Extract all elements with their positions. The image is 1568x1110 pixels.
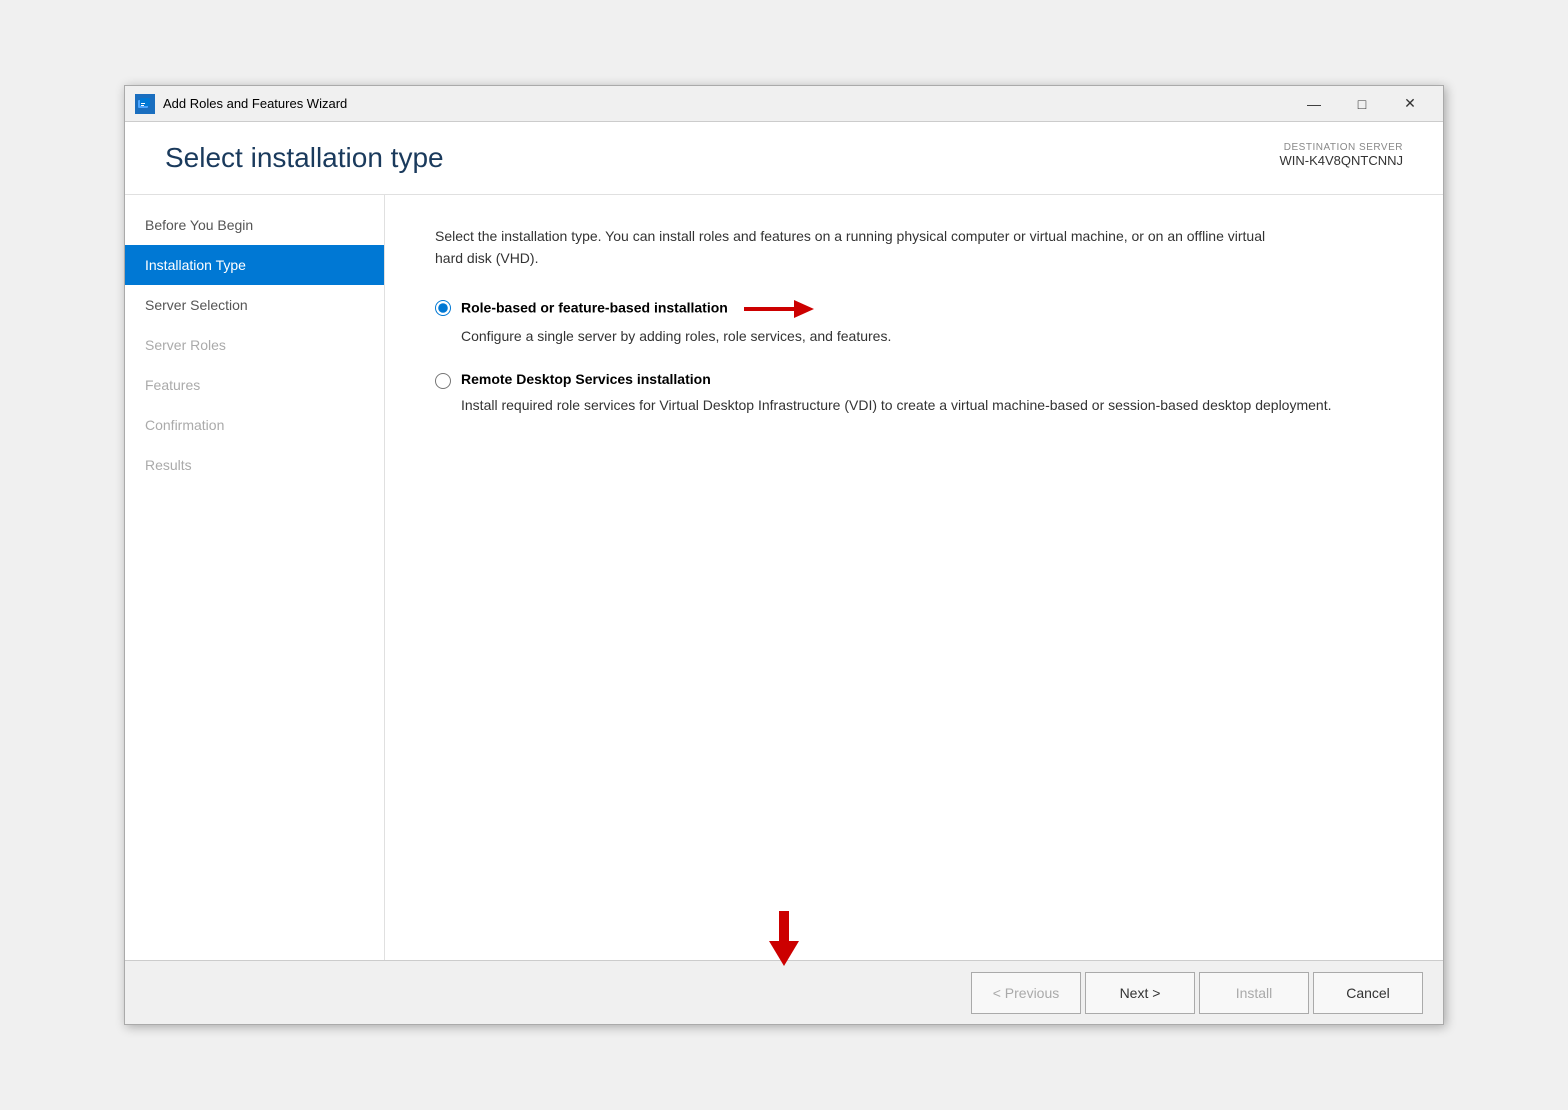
option-role-based-desc: Configure a single server by adding role… bbox=[461, 326, 1393, 347]
previous-button[interactable]: < Previous bbox=[971, 972, 1081, 1014]
sidebar-item-before-you-begin[interactable]: Before You Begin bbox=[125, 205, 384, 245]
option-remote-desktop-desc: Install required role services for Virtu… bbox=[461, 395, 1393, 416]
radio-remote-desktop[interactable] bbox=[435, 373, 451, 389]
radio-role-based[interactable] bbox=[435, 300, 451, 316]
down-arrow-indicator bbox=[764, 911, 804, 974]
titlebar: Add Roles and Features Wizard — □ ✕ bbox=[125, 86, 1443, 122]
destination-server-info: DESTINATION SERVER WIN-K4V8QNTCNNJ bbox=[1279, 142, 1403, 168]
sidebar-item-installation-type[interactable]: Installation Type bbox=[125, 245, 384, 285]
sidebar-item-confirmation: Confirmation bbox=[125, 405, 384, 445]
option-remote-desktop: Remote Desktop Services installation Ins… bbox=[435, 371, 1393, 416]
footer-bar: < Previous Next > Install Cancel bbox=[125, 960, 1443, 1024]
cancel-button[interactable]: Cancel bbox=[1313, 972, 1423, 1014]
titlebar-controls: — □ ✕ bbox=[1291, 89, 1433, 119]
minimize-button[interactable]: — bbox=[1291, 89, 1337, 119]
sidebar-item-server-roles: Server Roles bbox=[125, 325, 384, 365]
page-title: Select installation type bbox=[165, 142, 444, 174]
wizard-window: Add Roles and Features Wizard — □ ✕ Sele… bbox=[124, 85, 1444, 1025]
destination-label: DESTINATION SERVER bbox=[1279, 142, 1403, 153]
app-icon bbox=[135, 94, 155, 114]
server-name: WIN-K4V8QNTCNNJ bbox=[1279, 153, 1403, 168]
content-area: Before You BeginInstallation TypeServer … bbox=[125, 195, 1443, 960]
option-remote-desktop-label[interactable]: Remote Desktop Services installation bbox=[461, 371, 711, 387]
header: Select installation type DESTINATION SER… bbox=[125, 122, 1443, 195]
sidebar: Before You BeginInstallation TypeServer … bbox=[125, 195, 385, 960]
sidebar-item-server-selection[interactable]: Server Selection bbox=[125, 285, 384, 325]
description-text: Select the installation type. You can in… bbox=[435, 225, 1295, 270]
titlebar-text: Add Roles and Features Wizard bbox=[163, 96, 1291, 111]
install-button[interactable]: Install bbox=[1199, 972, 1309, 1014]
sidebar-item-results: Results bbox=[125, 445, 384, 485]
option-role-based: Role-based or feature-based installation… bbox=[435, 298, 1393, 347]
close-button[interactable]: ✕ bbox=[1387, 89, 1433, 119]
main-content: Select the installation type. You can in… bbox=[385, 195, 1443, 960]
red-arrow-icon bbox=[744, 298, 814, 320]
sidebar-item-features: Features bbox=[125, 365, 384, 405]
next-button[interactable]: Next > bbox=[1085, 972, 1195, 1014]
option-role-based-label[interactable]: Role-based or feature-based installation bbox=[461, 298, 814, 320]
maximize-button[interactable]: □ bbox=[1339, 89, 1385, 119]
